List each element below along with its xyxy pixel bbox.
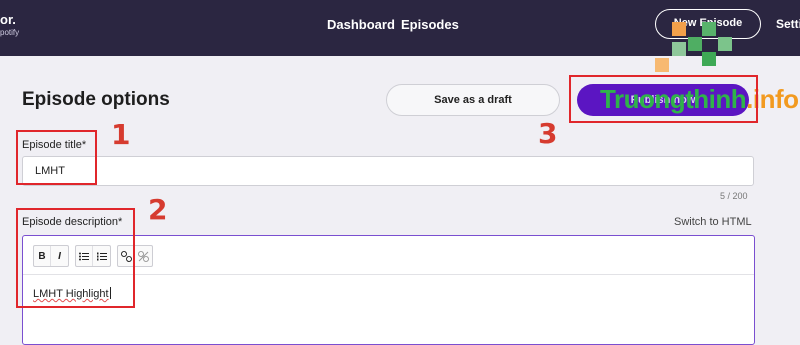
title-char-counter: 5 / 200 xyxy=(720,191,748,201)
switch-to-html-link[interactable]: Switch to HTML xyxy=(674,216,752,228)
watermark-suffix: info xyxy=(752,84,799,114)
annotation-box-title xyxy=(16,130,97,185)
watermark-square xyxy=(702,22,716,36)
watermark-square xyxy=(718,37,732,51)
nav-episodes[interactable]: Episodes xyxy=(401,17,459,32)
brand-subtitle: potify xyxy=(0,28,20,37)
watermark-square xyxy=(688,37,702,51)
nav-dashboard[interactable]: Dashboard xyxy=(327,17,395,32)
unlink-icon[interactable] xyxy=(135,246,152,266)
annotation-box-publish xyxy=(569,75,758,123)
nav-settings[interactable]: Setti xyxy=(776,17,800,31)
watermark-square xyxy=(702,52,716,66)
episode-title-input[interactable]: LMHT xyxy=(22,156,754,186)
brand-logo[interactable]: or. xyxy=(0,12,16,27)
annotation-number-3: 3 xyxy=(538,117,558,150)
watermark-square xyxy=(672,22,686,36)
watermark-square xyxy=(672,42,686,56)
page-title: Episode options xyxy=(22,89,170,110)
annotation-number-2: 2 xyxy=(148,193,168,226)
watermark-square xyxy=(655,58,669,72)
annotation-box-description xyxy=(16,208,135,308)
save-draft-button[interactable]: Save as a draft xyxy=(386,84,560,116)
annotation-number-1: 1 xyxy=(111,118,131,151)
